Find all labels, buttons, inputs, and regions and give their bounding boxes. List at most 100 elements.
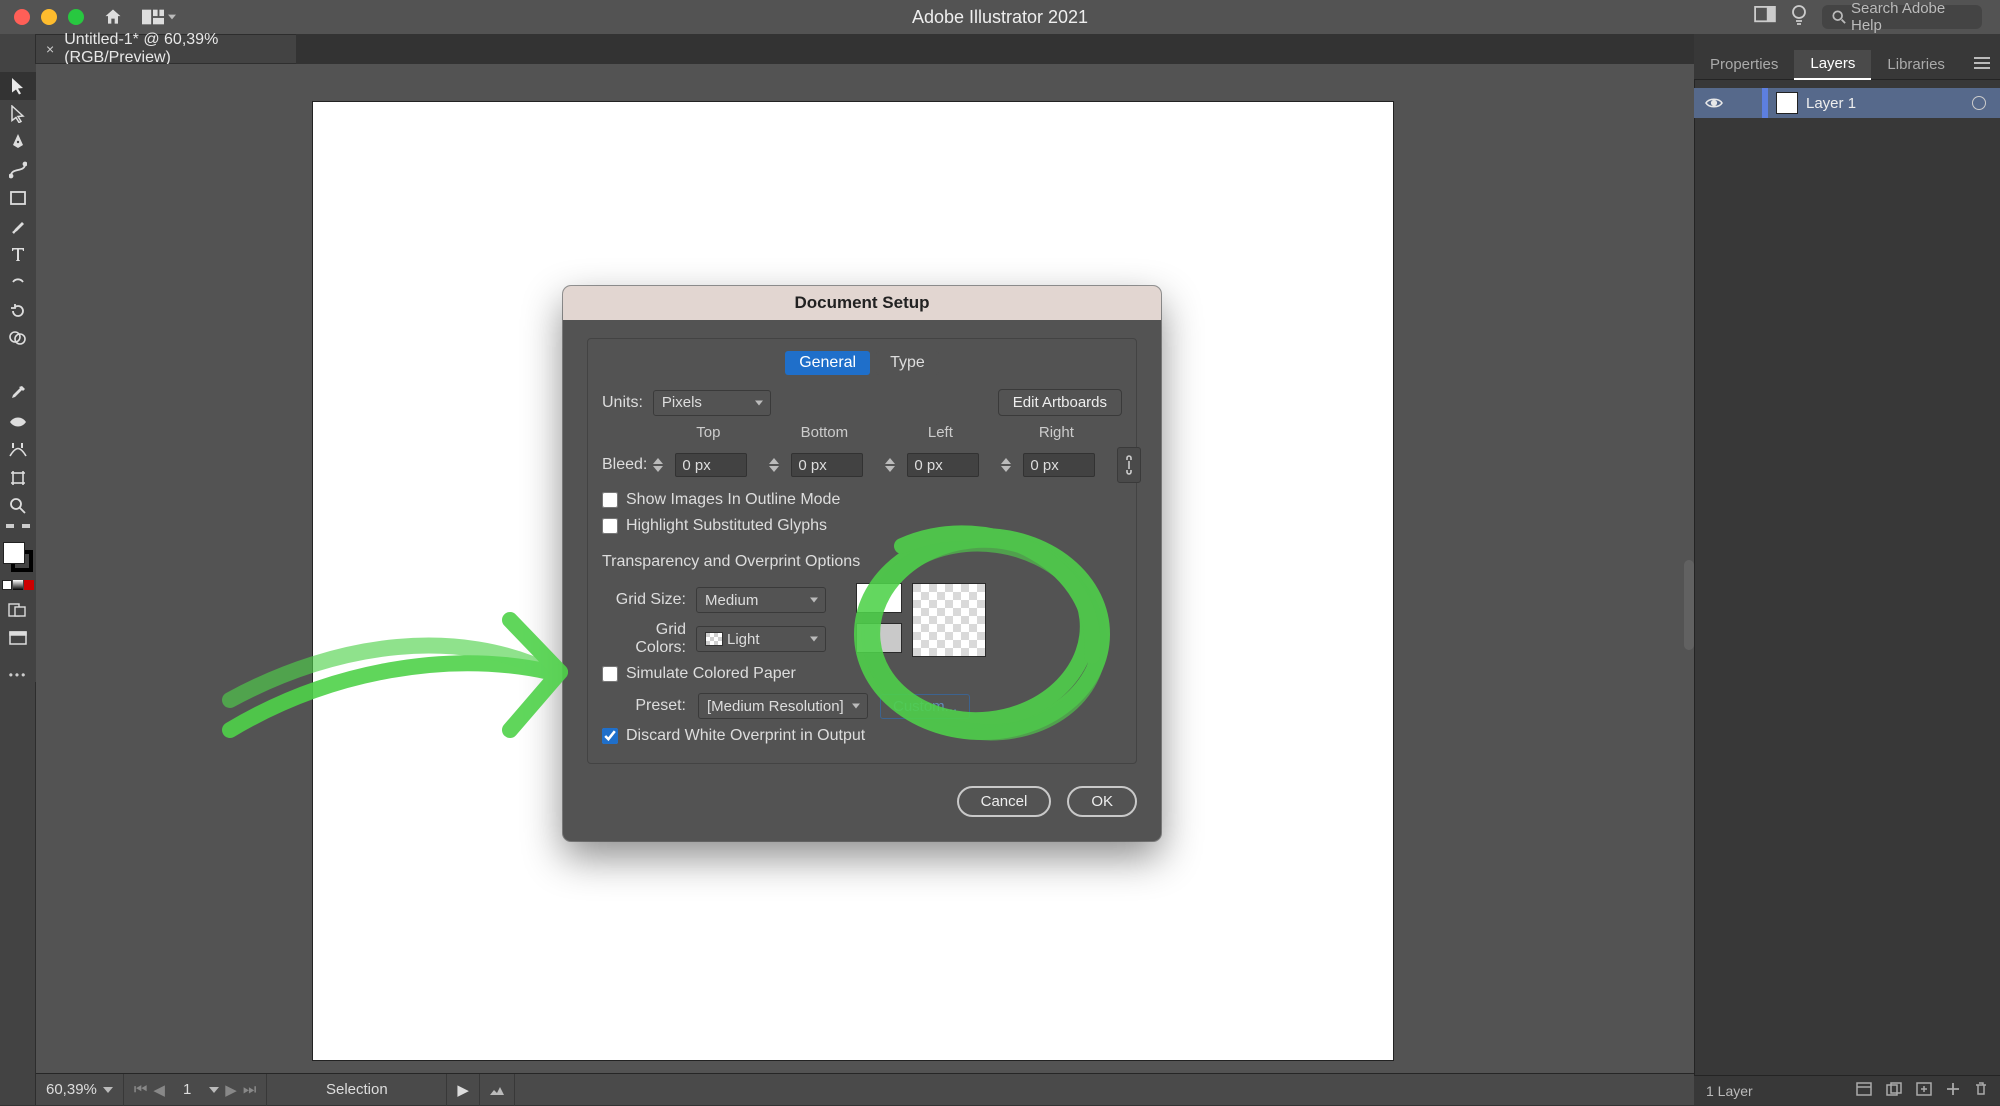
layer-name-label[interactable]: Layer 1 — [1806, 95, 1856, 112]
stepper-icon[interactable] — [885, 453, 903, 477]
locate-layer-icon[interactable] — [1856, 1082, 1872, 1099]
substituted-glyphs-checkbox-row[interactable]: Highlight Substituted Glyphs — [602, 517, 1122, 535]
dialog-tab-type[interactable]: Type — [876, 351, 939, 375]
dialog-tab-general[interactable]: General — [785, 351, 870, 375]
paintbrush-tool[interactable] — [0, 212, 36, 240]
document-tab[interactable]: × Untitled-1* @ 60,39% (RGB/Preview) — [36, 34, 296, 64]
custom-preset-button[interactable]: Custom... — [880, 694, 970, 719]
grid-color-swatch-1[interactable] — [856, 583, 902, 613]
line-tool[interactable] — [0, 268, 36, 296]
edit-artboards-button[interactable]: Edit Artboards — [998, 389, 1122, 416]
tab-layers[interactable]: Layers — [1794, 50, 1871, 80]
lightbulb-icon[interactable] — [1790, 4, 1808, 31]
color-mode-row[interactable] — [2, 580, 34, 590]
simulate-paper-checkbox[interactable] — [602, 666, 618, 682]
units-label: Units: — [602, 394, 643, 412]
outline-mode-label: Show Images In Outline Mode — [626, 491, 840, 509]
direct-selection-tool[interactable] — [0, 100, 36, 128]
rotate-tool[interactable] — [0, 296, 36, 324]
bleed-bottom-field[interactable] — [769, 453, 879, 477]
pen-tool[interactable] — [0, 128, 36, 156]
grid-colors-value: Light — [727, 631, 760, 648]
discard-overprint-checkbox[interactable] — [602, 728, 618, 744]
status-bar: 60,39% ⏮ ◀ 1 ▶ ⏭ Selection ▶ — [36, 1073, 1694, 1105]
screen-mode-icon[interactable] — [1754, 6, 1776, 29]
bleed-left-field[interactable] — [885, 453, 995, 477]
status-popup-icon[interactable] — [480, 1074, 515, 1106]
transparency-grid-preview — [912, 583, 986, 657]
draw-mode-icon[interactable] — [0, 596, 36, 624]
cancel-button[interactable]: Cancel — [957, 786, 1052, 817]
window-minimize-button[interactable] — [41, 9, 57, 25]
bleed-right-input[interactable] — [1023, 453, 1095, 477]
make-clipping-mask-icon[interactable] — [1886, 1082, 1902, 1099]
close-icon[interactable]: × — [46, 41, 54, 57]
simulate-paper-checkbox-row[interactable]: Simulate Colored Paper — [602, 665, 826, 683]
home-icon[interactable] — [102, 7, 124, 27]
stepper-icon[interactable] — [1001, 453, 1019, 477]
stepper-icon[interactable] — [769, 453, 787, 477]
right-panel-tabs: Properties Layers Libraries — [1694, 50, 2000, 80]
outline-mode-checkbox[interactable] — [602, 492, 618, 508]
scissors-tool[interactable] — [0, 436, 36, 464]
artboard-nav[interactable]: ⏮ ◀ 1 ▶ ⏭ — [124, 1074, 267, 1106]
layer-row[interactable]: Layer 1 — [1694, 88, 2000, 118]
gradient-tool[interactable] — [0, 408, 36, 436]
stepper-icon[interactable] — [653, 453, 671, 477]
bleed-bottom-input[interactable] — [791, 453, 863, 477]
substituted-glyphs-checkbox[interactable] — [602, 518, 618, 534]
tab-libraries[interactable]: Libraries — [1871, 50, 1961, 80]
next-artboard-icon[interactable]: ▶ — [225, 1081, 237, 1099]
grid-color-swatch-2[interactable] — [856, 623, 902, 653]
visibility-icon[interactable] — [1694, 97, 1734, 109]
screen-mode-tool[interactable] — [0, 624, 36, 652]
rectangle-tool[interactable] — [0, 184, 36, 212]
window-zoom-button[interactable] — [68, 9, 84, 25]
scrollbar-thumb[interactable] — [1684, 560, 1694, 650]
app-title: Adobe Illustrator 2021 — [912, 7, 1088, 28]
new-sublayer-icon[interactable] — [1916, 1082, 1932, 1099]
ok-button[interactable]: OK — [1067, 786, 1137, 817]
fill-stroke-swatch[interactable] — [3, 542, 33, 572]
discard-overprint-label: Discard White Overprint in Output — [626, 727, 865, 745]
first-artboard-icon[interactable]: ⏮ — [134, 1081, 148, 1098]
prev-artboard-icon[interactable]: ◀ — [153, 1081, 165, 1099]
fill-swatch[interactable] — [3, 542, 25, 564]
discard-overprint-checkbox-row[interactable]: Discard White Overprint in Output — [602, 727, 1122, 745]
panel-menu-icon[interactable] — [1964, 56, 2000, 74]
layer-count-label: 1 Layer — [1706, 1083, 1753, 1099]
link-bleed-icon[interactable] — [1117, 447, 1141, 483]
type-tool[interactable] — [0, 240, 36, 268]
layer-target-icon[interactable] — [1972, 96, 1986, 110]
delete-layer-icon[interactable] — [1974, 1082, 1988, 1099]
bleed-top-input[interactable] — [675, 453, 747, 477]
shape-builder-tool[interactable] — [0, 324, 36, 352]
grid-size-dropdown[interactable]: Medium — [696, 587, 826, 613]
bleed-left-input[interactable] — [907, 453, 979, 477]
fill-stroke-toggle[interactable] — [0, 520, 36, 532]
bleed-head-right: Right — [1001, 424, 1111, 441]
units-dropdown[interactable]: Pixels — [653, 390, 771, 416]
width-tool[interactable] — [0, 352, 36, 380]
outline-mode-checkbox-row[interactable]: Show Images In Outline Mode — [602, 491, 1122, 509]
help-search-field[interactable]: Search Adobe Help — [1822, 5, 1982, 29]
tab-properties[interactable]: Properties — [1694, 50, 1794, 80]
curvature-tool[interactable] — [0, 156, 36, 184]
eyedropper-tool[interactable] — [0, 380, 36, 408]
last-artboard-icon[interactable]: ⏭ — [243, 1081, 257, 1098]
artboard-number: 1 — [171, 1081, 203, 1098]
new-layer-icon[interactable] — [1946, 1082, 1960, 1099]
preset-dropdown[interactable]: [Medium Resolution] — [698, 693, 868, 719]
arrange-documents-icon[interactable] — [142, 9, 176, 25]
edit-toolbar-icon[interactable]: ••• — [9, 668, 28, 682]
window-close-button[interactable] — [14, 9, 30, 25]
grid-colors-dropdown[interactable]: Light — [696, 626, 826, 652]
artboard-tool[interactable] — [0, 464, 36, 492]
status-expand-icon[interactable]: ▶ — [447, 1074, 480, 1106]
selection-tool[interactable] — [0, 72, 36, 100]
status-mode[interactable]: Selection — [267, 1074, 447, 1106]
zoom-tool[interactable] — [0, 492, 36, 520]
bleed-right-field[interactable] — [1001, 453, 1111, 477]
bleed-top-field[interactable] — [653, 453, 763, 477]
zoom-level[interactable]: 60,39% — [36, 1074, 124, 1106]
